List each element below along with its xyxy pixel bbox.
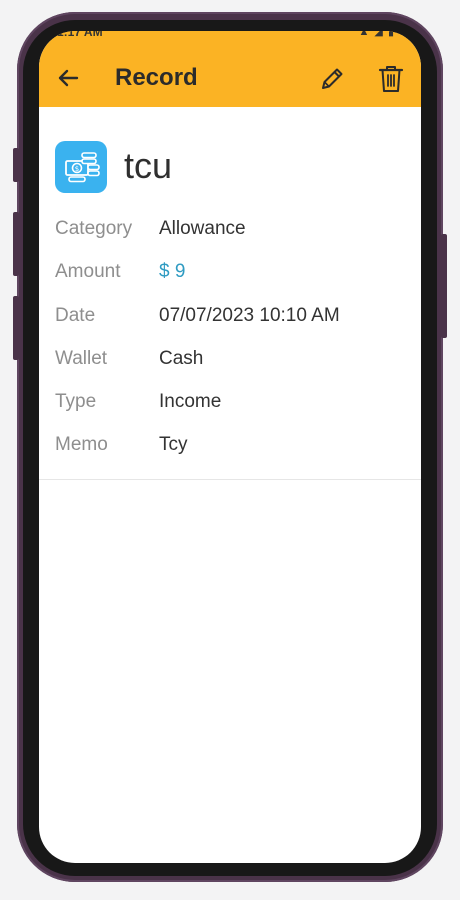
- trash-icon: [378, 66, 404, 92]
- detail-value: Allowance: [159, 218, 246, 239]
- detail-value: Tcy: [159, 434, 188, 455]
- detail-label: Category: [55, 218, 133, 239]
- arrow-left-icon: [58, 69, 79, 87]
- amount-value: $ 9: [159, 261, 186, 282]
- detail-label: Amount: [55, 261, 121, 282]
- page-title: Record: [115, 64, 198, 91]
- detail-row-wallet: Wallet Cash: [55, 348, 395, 374]
- detail-row-memo: Memo Tcy: [55, 434, 395, 460]
- phone-volume-button: [13, 296, 19, 360]
- svg-text:$: $: [75, 165, 79, 173]
- detail-label: Wallet: [55, 348, 108, 369]
- status-time: 1:17 AM: [57, 31, 103, 39]
- app-screen: 1:17 AM ▲ ◢ ▮ Record $ tcu Category Allo…: [39, 31, 421, 863]
- edit-button[interactable]: [317, 64, 347, 94]
- back-button[interactable]: [53, 63, 83, 93]
- phone-power-button: [441, 234, 447, 338]
- divider: [39, 479, 421, 480]
- detail-value: Income: [159, 391, 222, 412]
- pencil-icon: [322, 68, 343, 89]
- status-bar: 1:17 AM ▲ ◢ ▮: [39, 31, 421, 41]
- detail-value: Cash: [159, 348, 204, 369]
- detail-label: Date: [55, 305, 96, 326]
- phone-volume-button: [13, 212, 19, 276]
- detail-row-type: Type Income: [55, 391, 395, 417]
- money-coins-icon: $: [55, 141, 107, 193]
- detail-label: Memo: [55, 434, 108, 455]
- detail-label: Type: [55, 391, 97, 412]
- detail-row-category: Category Allowance: [55, 218, 395, 244]
- detail-row-date: Date 07/07/2023 10:10 AM: [55, 305, 395, 331]
- record-name: tcu: [124, 145, 173, 186]
- record-header: $ tcu: [55, 141, 395, 193]
- detail-value: 07/07/2023 10:10 AM: [159, 305, 340, 326]
- delete-button[interactable]: [376, 63, 406, 95]
- status-icons: ▲ ◢ ▮: [358, 31, 395, 38]
- phone-volume-button: [13, 148, 19, 182]
- detail-row-amount: Amount $ 9: [55, 261, 395, 287]
- app-bar: 1:17 AM ▲ ◢ ▮ Record: [39, 31, 421, 107]
